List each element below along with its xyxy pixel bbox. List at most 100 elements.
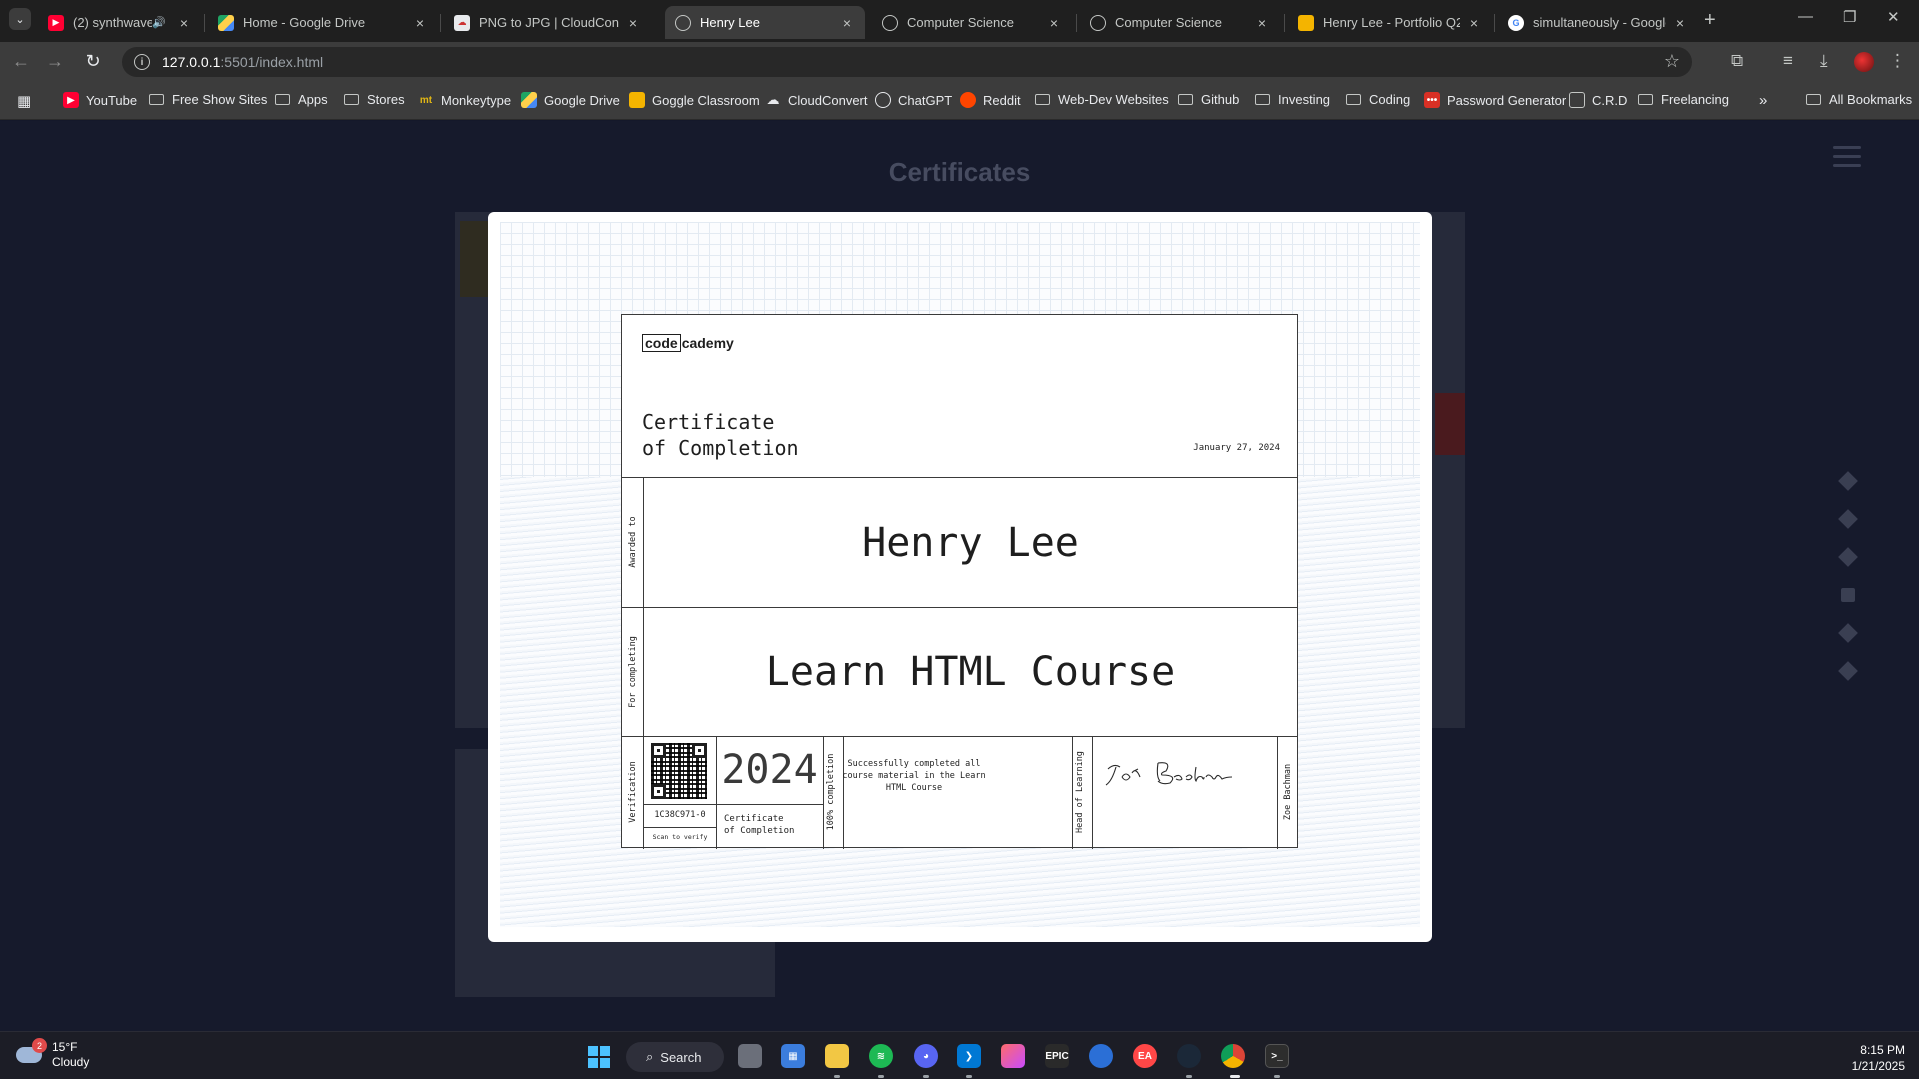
file-explorer-icon[interactable] — [825, 1044, 849, 1068]
tab-google-search[interactable]: G simultaneously - Google × — [1498, 6, 1698, 39]
cloudconvert-icon: ☁ — [766, 92, 780, 107]
minimize-icon[interactable]: — — [1798, 8, 1813, 25]
folder-icon — [344, 94, 359, 105]
profile-avatar[interactable] — [1854, 52, 1874, 72]
media-controls-icon[interactable]: ≡ — [1783, 51, 1793, 71]
close-tab-icon[interactable]: × — [1254, 15, 1270, 31]
bookmark-google-drive[interactable]: Google Drive — [521, 92, 620, 108]
reload-icon[interactable]: ↻ — [82, 51, 104, 72]
cloudconvert-icon: ☁ — [454, 14, 470, 31]
tab-computer-science-1[interactable]: Computer Science × — [872, 6, 1072, 39]
audio-playing-icon[interactable]: 🔊 — [152, 16, 166, 29]
awarded-to-label: Awarded to — [628, 516, 638, 568]
folder-icon — [1255, 94, 1270, 105]
folder-icon — [149, 94, 164, 105]
system-clock[interactable]: 8:15 PM 1/21/2025 — [1852, 1042, 1905, 1074]
qr-code[interactable] — [651, 743, 707, 799]
nav-dot-icon[interactable] — [1838, 661, 1858, 681]
site-info-icon[interactable]: i — [134, 54, 150, 70]
google-slides-icon — [1298, 14, 1314, 31]
page-title: Certificates — [888, 157, 1031, 187]
task-view-icon[interactable] — [738, 1044, 762, 1068]
verification-label: Verification — [628, 761, 638, 823]
bookmark-star-icon[interactable]: ☆ — [1664, 51, 1680, 72]
close-tab-icon[interactable]: × — [1672, 15, 1688, 31]
windows-start-icon[interactable] — [588, 1046, 610, 1068]
discord-icon[interactable]: ◕ — [914, 1044, 938, 1068]
steam-icon[interactable] — [1177, 1044, 1201, 1068]
tab-portfolio[interactable]: Henry Lee - Portfolio Q2 × — [1288, 6, 1492, 39]
bookmark-apps[interactable]: Apps — [275, 92, 328, 107]
bookmark-freelancing[interactable]: Freelancing — [1638, 92, 1729, 107]
extensions-icon[interactable]: ⧉ — [1731, 51, 1743, 71]
bookmark-monkeytype[interactable]: mt Monkeytype — [418, 92, 511, 108]
tab-computer-science-2[interactable]: Computer Science × — [1080, 6, 1280, 39]
spotify-icon[interactable]: ≋ — [869, 1044, 893, 1068]
weather-description: Cloudy — [52, 1055, 90, 1069]
nav-dot-active-icon[interactable] — [1841, 588, 1855, 602]
apps-grid-icon[interactable]: ▦ — [17, 92, 31, 110]
tab-search-button[interactable]: ⌄ — [9, 8, 31, 30]
bookmark-github[interactable]: Github — [1178, 92, 1239, 107]
tab-henry-lee[interactable]: Henry Lee × — [665, 6, 865, 39]
chrome-icon[interactable] — [1221, 1044, 1245, 1068]
hamburger-menu-icon[interactable] — [1833, 146, 1861, 173]
ea-app-icon[interactable]: EA — [1133, 1044, 1157, 1068]
vscode-icon[interactable]: ❯ — [957, 1044, 981, 1068]
for-completing-label: For completing — [628, 636, 638, 708]
bookmark-free-show-sites[interactable]: Free Show Sites — [149, 92, 267, 107]
close-tab-icon[interactable]: × — [412, 15, 428, 31]
certificate-modal[interactable]: code cademy Certificate of Completion Jan… — [488, 212, 1432, 942]
forward-icon[interactable]: → — [44, 51, 66, 72]
tab-google-drive[interactable]: Home - Google Drive × — [208, 6, 438, 39]
close-window-icon[interactable]: ✕ — [1887, 8, 1900, 26]
notification-badge: 2 — [32, 1038, 47, 1053]
bookmark-web-dev-websites[interactable]: Web-Dev Websites — [1035, 92, 1169, 107]
close-tab-icon[interactable]: × — [625, 15, 641, 31]
tab-synthwave-radio[interactable]: ▶ (2) synthwave radio 🔊 × — [38, 6, 202, 39]
reddit-icon — [960, 92, 976, 108]
more-bookmarks-icon[interactable]: » — [1759, 92, 1767, 109]
epic-games-icon[interactable]: EPIC — [1045, 1044, 1069, 1068]
back-icon[interactable]: ← — [10, 51, 32, 72]
bookmark-cloudconvert[interactable]: ☁ CloudConvert — [765, 92, 868, 108]
close-tab-icon[interactable]: × — [176, 15, 192, 31]
bookmark-investing[interactable]: Investing — [1255, 92, 1330, 107]
photos-icon[interactable] — [1001, 1044, 1025, 1068]
taskbar-search[interactable]: ⌕ Search — [626, 1042, 724, 1072]
tab-bar: ⌄ ▶ (2) synthwave radio 🔊 × Home - Googl… — [0, 0, 1919, 42]
head-of-learning-label: Head of Learning — [1075, 751, 1085, 833]
new-tab-button[interactable]: + — [1704, 9, 1716, 32]
close-tab-icon[interactable]: × — [839, 15, 855, 31]
bookmark-chatgpt[interactable]: ChatGPT — [875, 92, 952, 108]
bookmark-youtube[interactable]: ▶ YouTube — [63, 92, 137, 108]
tab-cloudconvert[interactable]: ☁ PNG to JPG | CloudConve × — [444, 6, 651, 39]
bookmark-crd[interactable]: C.R.D — [1569, 92, 1627, 108]
bookmark-goggle-classroom[interactable]: Goggle Classroom — [629, 92, 760, 108]
nav-dot-icon[interactable] — [1838, 547, 1858, 567]
bookmark-reddit[interactable]: Reddit — [960, 92, 1021, 108]
microsoft-store-icon[interactable]: ▦ — [781, 1044, 805, 1068]
weather-widget[interactable]: 2 15°F Cloudy — [16, 1038, 90, 1070]
menu-icon[interactable]: ⋮ — [1889, 51, 1906, 71]
all-bookmarks[interactable]: All Bookmarks — [1806, 92, 1912, 107]
globe-icon — [675, 14, 691, 31]
recipient-name: Henry Lee — [862, 520, 1079, 566]
bookmark-coding[interactable]: Coding — [1346, 92, 1410, 107]
bookmark-password-generator[interactable]: ••• Password Generator — [1424, 92, 1566, 108]
terminal-icon[interactable]: >_ — [1265, 1044, 1289, 1068]
close-tab-icon[interactable]: × — [1046, 15, 1062, 31]
restore-icon[interactable]: ❐ — [1843, 8, 1856, 26]
nav-dot-icon[interactable] — [1838, 509, 1858, 529]
bookmark-stores[interactable]: Stores — [344, 92, 405, 107]
address-bar[interactable]: i 127.0.0.1:5501/index.html ☆ — [122, 47, 1692, 77]
close-tab-icon[interactable]: × — [1466, 15, 1482, 31]
windows-taskbar: 2 15°F Cloudy ⌕ Search ▦ ≋ ◕ ❯ EPIC EA >_… — [0, 1031, 1919, 1079]
certificate-heading: Certificate of Completion — [642, 410, 799, 460]
nav-dot-icon[interactable] — [1838, 623, 1858, 643]
background-card-thumbnail — [460, 221, 490, 297]
downloads-icon[interactable]: ⤓ — [1820, 51, 1828, 71]
battle-net-icon[interactable] — [1089, 1044, 1113, 1068]
nav-dot-icon[interactable] — [1838, 471, 1858, 491]
folder-icon — [1035, 94, 1050, 105]
